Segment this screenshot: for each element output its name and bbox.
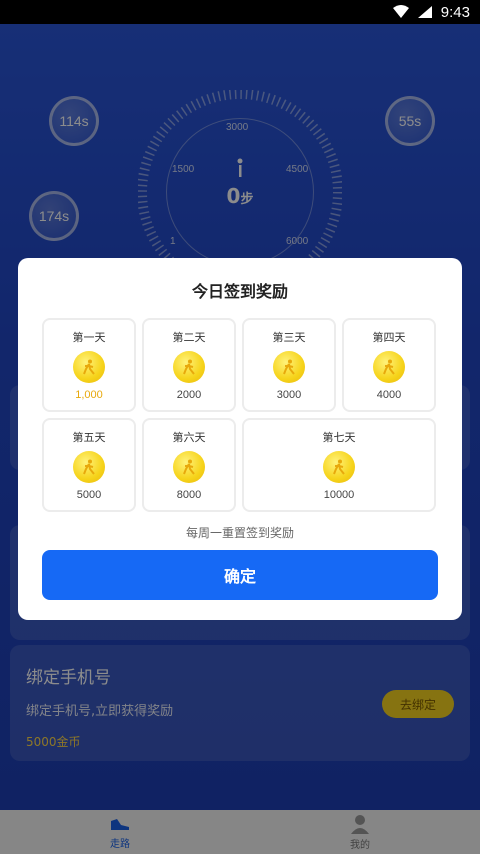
day-amount: 8000 — [176, 489, 202, 501]
day-amount: 10000 — [323, 489, 355, 501]
day-amount: 1,000 — [75, 389, 103, 401]
coin-icon — [73, 451, 105, 483]
confirm-button[interactable]: 确定 — [42, 550, 438, 600]
checkin-day[interactable]: 第一天 1,000 — [42, 318, 136, 412]
day-amount: 3000 — [276, 389, 302, 401]
clock: 9:43 — [440, 3, 470, 21]
day-amount: 2000 — [176, 389, 202, 401]
day-label: 第七天 — [322, 431, 356, 444]
reset-note: 每周一重置签到奖励 — [185, 526, 294, 540]
coin-icon — [373, 351, 405, 383]
modal-title: 今日签到奖励 — [191, 282, 288, 301]
day-label: 第五天 — [72, 431, 106, 444]
checkin-day[interactable]: 第七天 10000 — [242, 418, 436, 512]
coin-icon — [173, 351, 205, 383]
day-label: 第四天 — [372, 331, 406, 344]
day-label: 第六天 — [172, 431, 206, 444]
day-amount: 4000 — [376, 389, 402, 401]
coin-icon — [73, 351, 105, 383]
checkin-day[interactable]: 第三天 3000 — [242, 318, 336, 412]
coin-icon — [173, 451, 205, 483]
status-bar: 9:43 — [0, 0, 480, 24]
day-label: 第二天 — [172, 331, 206, 344]
checkin-day[interactable]: 第六天 8000 — [142, 418, 236, 512]
wifi-icon — [392, 5, 409, 18]
checkin-grid: 第一天 1,000 第二天 2000 第三天 3000 第四天 4000 第五天… — [42, 318, 438, 512]
coin-icon — [323, 451, 355, 483]
daily-checkin-modal: 今日签到奖励 第一天 1,000 第二天 2000 第三天 3000 第四天 4… — [18, 258, 462, 620]
coin-icon — [273, 351, 305, 383]
day-label: 第一天 — [72, 331, 106, 344]
checkin-day[interactable]: 第二天 2000 — [142, 318, 236, 412]
checkin-day[interactable]: 第五天 5000 — [42, 418, 136, 512]
day-label: 第三天 — [272, 331, 306, 344]
checkin-day[interactable]: 第四天 4000 — [342, 318, 436, 412]
battery-icon — [417, 6, 432, 18]
day-amount: 5000 — [76, 489, 102, 501]
